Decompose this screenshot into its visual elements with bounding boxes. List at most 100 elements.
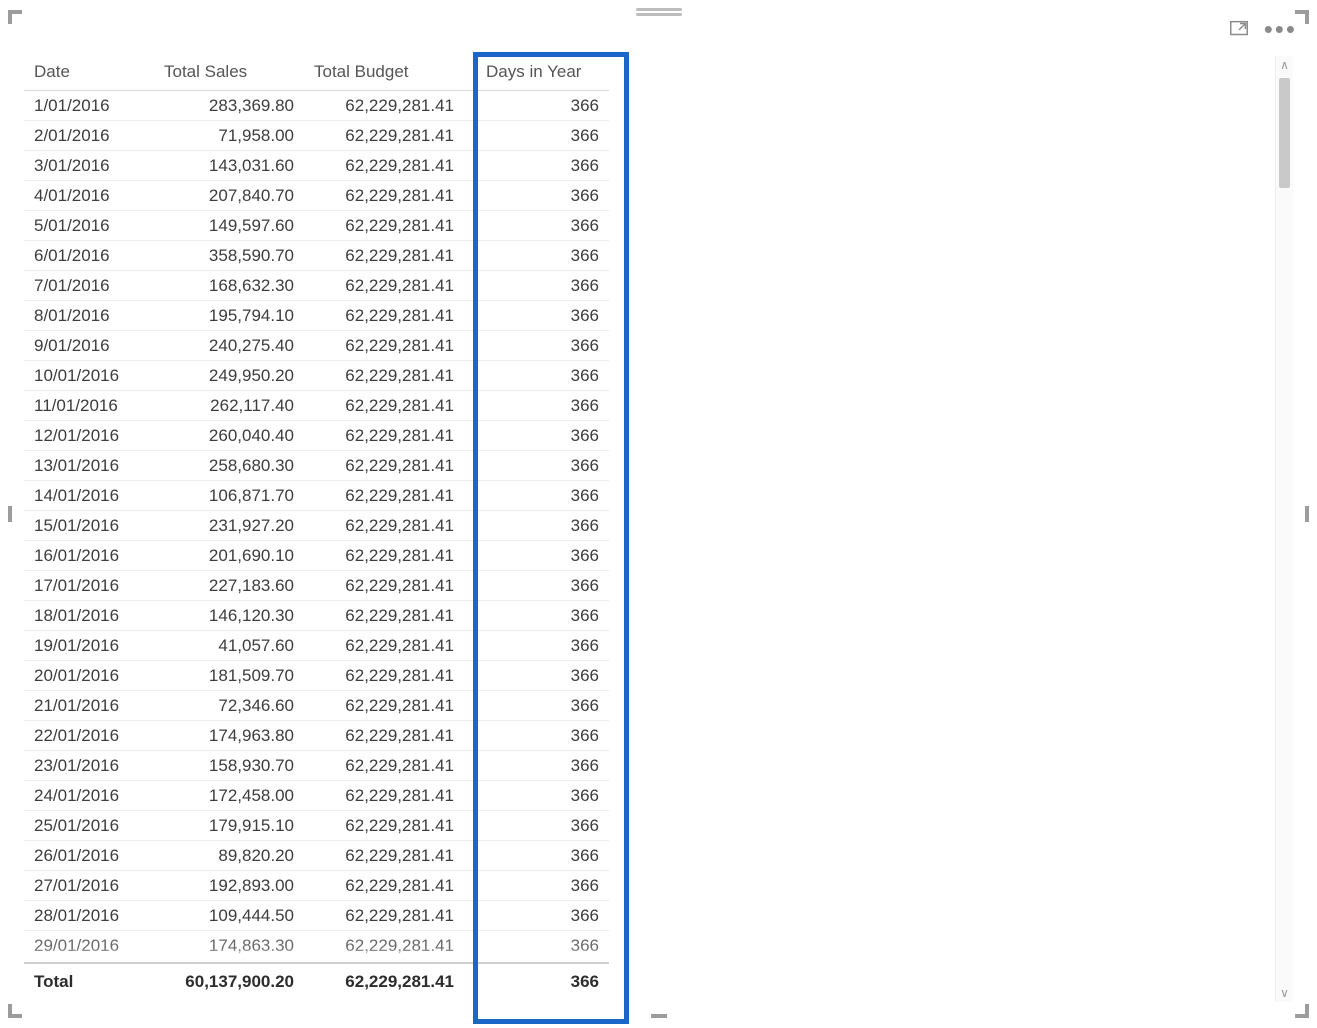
more-options-icon[interactable]: ••• xyxy=(1264,22,1297,36)
cell-total-sales: 179,915.10 xyxy=(154,811,304,841)
column-header-total-sales[interactable]: Total Sales xyxy=(154,56,304,91)
table-row[interactable]: 24/01/2016172,458.0062,229,281.41366 xyxy=(24,781,609,811)
cell-date: 28/01/2016 xyxy=(24,901,154,931)
cell-days-in-year: 366 xyxy=(464,811,609,841)
column-header-total-budget[interactable]: Total Budget xyxy=(304,56,464,91)
table-row[interactable]: 28/01/2016109,444.5062,229,281.41366 xyxy=(24,901,609,931)
cell-date: 25/01/2016 xyxy=(24,811,154,841)
table-row[interactable]: 7/01/2016168,632.3062,229,281.41366 xyxy=(24,271,609,301)
column-header-date[interactable]: Date xyxy=(24,56,154,91)
scroll-up-arrow-icon[interactable]: ∧ xyxy=(1276,56,1293,74)
cell-total-budget: 62,229,281.41 xyxy=(304,631,464,661)
table-total-row: Total 60,137,900.20 62,229,281.41 366 xyxy=(24,962,609,1002)
table-row[interactable]: 25/01/2016179,915.1062,229,281.41366 xyxy=(24,811,609,841)
cell-total-sales: 195,794.10 xyxy=(154,301,304,331)
table-row[interactable]: 14/01/2016106,871.7062,229,281.41366 xyxy=(24,481,609,511)
resize-handle[interactable] xyxy=(1305,10,1309,24)
table-row[interactable]: 17/01/2016227,183.6062,229,281.41366 xyxy=(24,571,609,601)
vertical-scrollbar[interactable]: ∧ ∨ xyxy=(1275,56,1293,1002)
table-row[interactable]: 27/01/2016192,893.0062,229,281.41366 xyxy=(24,871,609,901)
cell-days-in-year: 366 xyxy=(464,451,609,481)
cell-days-in-year: 366 xyxy=(464,511,609,541)
table-row[interactable]: 23/01/2016158,930.7062,229,281.41366 xyxy=(24,751,609,781)
table-row[interactable]: 12/01/2016260,040.4062,229,281.41366 xyxy=(24,421,609,451)
cell-total-budget: 62,229,281.41 xyxy=(304,91,464,121)
resize-handle[interactable] xyxy=(8,1004,12,1018)
cell-total-budget: 62,229,281.41 xyxy=(304,211,464,241)
cell-total-sales: 262,117.40 xyxy=(154,391,304,421)
cell-total-budget: 62,229,281.41 xyxy=(304,241,464,271)
cell-total-budget: 62,229,281.41 xyxy=(304,451,464,481)
cell-total-sales: 249,950.20 xyxy=(154,361,304,391)
cell-total-sales: 227,183.60 xyxy=(154,571,304,601)
drag-handle-icon[interactable] xyxy=(636,8,682,16)
cell-date: 9/01/2016 xyxy=(24,331,154,361)
table-row[interactable]: 1/01/2016283,369.8062,229,281.41366 xyxy=(24,91,609,121)
cell-total-sales: 109,444.50 xyxy=(154,901,304,931)
table-row[interactable]: 22/01/2016174,963.8062,229,281.41366 xyxy=(24,721,609,751)
table-row[interactable]: 10/01/2016249,950.2062,229,281.41366 xyxy=(24,361,609,391)
table-row[interactable]: 8/01/2016195,794.1062,229,281.41366 xyxy=(24,301,609,331)
cell-days-in-year: 366 xyxy=(464,661,609,691)
table-row[interactable]: 21/01/201672,346.6062,229,281.41366 xyxy=(24,691,609,721)
cell-total-budget: 62,229,281.41 xyxy=(304,121,464,151)
resize-handle[interactable] xyxy=(1305,506,1309,522)
cell-days-in-year: 366 xyxy=(464,601,609,631)
table-row[interactable]: 26/01/201689,820.2062,229,281.41366 xyxy=(24,841,609,871)
table-row[interactable]: 2/01/201671,958.0062,229,281.41366 xyxy=(24,121,609,151)
cell-date: 12/01/2016 xyxy=(24,421,154,451)
resize-handle[interactable] xyxy=(8,506,12,522)
cell-total-budget: 62,229,281.41 xyxy=(304,721,464,751)
table-row[interactable]: 9/01/2016240,275.4062,229,281.41366 xyxy=(24,331,609,361)
cell-total-budget: 62,229,281.41 xyxy=(304,361,464,391)
resize-handle[interactable] xyxy=(8,10,12,24)
cell-date: 7/01/2016 xyxy=(24,271,154,301)
cell-days-in-year: 366 xyxy=(464,781,609,811)
cell-days-in-year: 366 xyxy=(464,361,609,391)
cell-days-in-year: 366 xyxy=(464,901,609,931)
table-row[interactable]: 6/01/2016358,590.7062,229,281.41366 xyxy=(24,241,609,271)
cell-total-sales: 72,346.60 xyxy=(154,691,304,721)
cell-days-in-year: 366 xyxy=(464,211,609,241)
table-row-clipped[interactable]: 29/01/2016174,863.3062,229,281.41366 xyxy=(24,931,609,961)
cell-total-sales: 207,840.70 xyxy=(154,181,304,211)
resize-handle[interactable] xyxy=(651,1014,667,1018)
cell-total-budget: 62,229,281.41 xyxy=(304,811,464,841)
table-row[interactable]: 20/01/2016181,509.7062,229,281.41366 xyxy=(24,661,609,691)
cell-days-in-year: 366 xyxy=(464,691,609,721)
cell-date: 2/01/2016 xyxy=(24,121,154,151)
cell-total-budget: 62,229,281.41 xyxy=(304,511,464,541)
cell-total-sales: 260,040.40 xyxy=(154,421,304,451)
table-row[interactable]: 11/01/2016262,117.4062,229,281.41366 xyxy=(24,391,609,421)
cell-date: 24/01/2016 xyxy=(24,781,154,811)
table-row[interactable]: 18/01/2016146,120.3062,229,281.41366 xyxy=(24,601,609,631)
cell-total-budget: 62,229,281.41 xyxy=(304,301,464,331)
table-visual-frame[interactable]: ••• Date Total Sales Total Budget Days i… xyxy=(10,12,1307,1016)
table-row[interactable]: 13/01/2016258,680.3062,229,281.41366 xyxy=(24,451,609,481)
data-table: Date Total Sales Total Budget Days in Ye… xyxy=(24,56,609,961)
cell-date: 16/01/2016 xyxy=(24,541,154,571)
focus-mode-icon[interactable] xyxy=(1228,18,1250,40)
resize-handle[interactable] xyxy=(1305,1004,1309,1018)
cell-date: 21/01/2016 xyxy=(24,691,154,721)
cell-days-in-year: 366 xyxy=(464,721,609,751)
cell-date: 26/01/2016 xyxy=(24,841,154,871)
table-row[interactable]: 16/01/2016201,690.1062,229,281.41366 xyxy=(24,541,609,571)
table-header-row: Date Total Sales Total Budget Days in Ye… xyxy=(24,56,609,91)
cell-total-sales: 71,958.00 xyxy=(154,121,304,151)
table-row[interactable]: 19/01/201641,057.6062,229,281.41366 xyxy=(24,631,609,661)
cell-total-sales: 172,458.00 xyxy=(154,781,304,811)
column-header-days-in-year[interactable]: Days in Year xyxy=(464,56,609,91)
table-row[interactable]: 4/01/2016207,840.7062,229,281.41366 xyxy=(24,181,609,211)
cell-days-in-year: 366 xyxy=(464,151,609,181)
table-row[interactable]: 15/01/2016231,927.2062,229,281.41366 xyxy=(24,511,609,541)
scroll-down-arrow-icon[interactable]: ∨ xyxy=(1276,984,1293,1002)
scrollbar-thumb[interactable] xyxy=(1279,78,1290,188)
cell-date: 1/01/2016 xyxy=(24,91,154,121)
table-row[interactable]: 5/01/2016149,597.6062,229,281.41366 xyxy=(24,211,609,241)
cell-total-sales: 168,632.30 xyxy=(154,271,304,301)
cell-total-sales: 106,871.70 xyxy=(154,481,304,511)
table-row[interactable]: 3/01/2016143,031.6062,229,281.41366 xyxy=(24,151,609,181)
cell-total-budget: 62,229,281.41 xyxy=(304,421,464,451)
cell-total-budget: 62,229,281.41 xyxy=(304,271,464,301)
